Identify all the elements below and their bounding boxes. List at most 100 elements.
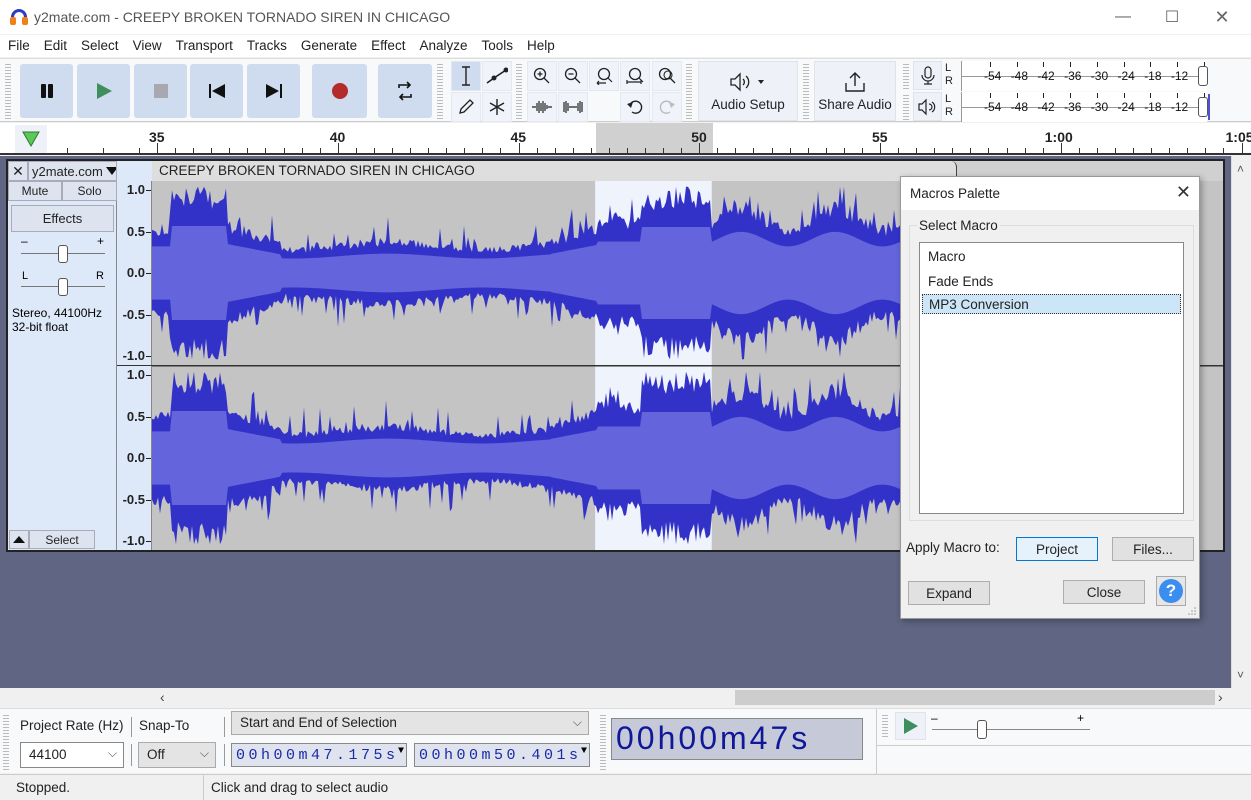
apply-to-project-button[interactable]: Project <box>1016 537 1098 561</box>
play-at-speed-button[interactable] <box>895 712 926 740</box>
draw-tool[interactable] <box>451 92 481 122</box>
macro-list[interactable]: Macro Fade Ends MP3 Conversion <box>919 242 1184 514</box>
recording-volume-slider[interactable] <box>1198 66 1208 86</box>
expand-button[interactable]: Expand <box>908 581 990 605</box>
dialog-close-icon[interactable]: ✕ <box>1176 182 1191 203</box>
menu-transport[interactable]: Transport <box>168 35 239 57</box>
help-button[interactable]: ? <box>1156 576 1186 606</box>
meter-tick-label: -54 <box>984 69 1002 83</box>
select-track-button[interactable]: Select <box>29 530 95 549</box>
toolbar-grip[interactable] <box>3 713 9 770</box>
selection-end-time[interactable]: 00h00m50.401s ▼ <box>414 743 590 767</box>
dialog-title-bar[interactable]: Macros Palette ✕ <box>901 177 1199 210</box>
skip-to-end-button[interactable] <box>247 64 300 118</box>
silence-audio-button[interactable] <box>558 92 588 122</box>
toolbar-grip[interactable] <box>903 62 909 89</box>
multi-tool[interactable] <box>482 92 512 122</box>
menu-effect[interactable]: Effect <box>363 35 411 57</box>
ruler-tick <box>500 148 502 153</box>
time-format-dropdown-icon[interactable]: ▼ <box>398 746 404 757</box>
zoom-out-button[interactable] <box>558 61 588 91</box>
scroll-down-icon[interactable]: ˅ <box>1237 668 1244 682</box>
undo-button[interactable] <box>620 92 650 122</box>
record-meter-button[interactable] <box>913 61 942 90</box>
share-audio-button[interactable]: Share Audio <box>814 61 896 121</box>
amplitude-ruler[interactable]: 1.0 0.5 0.0 -0.5 -1.0 1.0 0.5 0.0 -0.5 -1.0 <box>117 181 152 550</box>
menu-help[interactable]: Help <box>519 35 561 57</box>
gain-minus-label: – <box>21 234 28 248</box>
scroll-right-icon[interactable]: › <box>1218 689 1223 705</box>
close-window-button[interactable]: ✕ <box>1199 0 1245 34</box>
trim-audio-button[interactable] <box>527 92 557 122</box>
toolbar-grip[interactable] <box>437 62 443 120</box>
toolbar-grip[interactable] <box>803 62 809 120</box>
audio-setup-button[interactable]: Audio Setup <box>698 61 798 121</box>
project-rate-select[interactable]: 44100 ⌵ <box>20 742 124 768</box>
timeline-ruler[interactable]: 35 40 45 50 55 1:00 1:05 <box>0 123 1251 155</box>
snap-to-select[interactable]: Off ⌵ <box>138 742 216 768</box>
maximize-button[interactable]: ☐ <box>1149 0 1195 34</box>
zoom-in-icon <box>533 67 550 84</box>
gain-slider[interactable] <box>58 245 68 263</box>
envelope-tool[interactable] <box>482 61 512 91</box>
menu-edit[interactable]: Edit <box>36 35 73 57</box>
audio-position-display[interactable]: 00h00m47s <box>611 718 863 760</box>
menu-tracks[interactable]: Tracks <box>239 35 293 57</box>
fit-project-button[interactable] <box>620 61 650 91</box>
horizontal-scroll-thumb[interactable] <box>735 690 1215 705</box>
close-dialog-button[interactable]: Close <box>1063 580 1145 604</box>
menu-view[interactable]: View <box>125 35 168 57</box>
macro-list-item-selected[interactable]: MP3 Conversion <box>922 294 1181 314</box>
collapse-track-button[interactable] <box>9 530 29 549</box>
skip-to-start-button[interactable] <box>190 64 243 118</box>
play-head-button[interactable] <box>15 125 47 153</box>
track-close-button[interactable]: ✕ <box>8 161 28 181</box>
recording-meter[interactable]: LR -54-48-42-36-30-24-18-12-6 <box>945 61 1208 91</box>
playback-meter-button[interactable] <box>913 92 942 121</box>
pan-slider[interactable] <box>58 278 68 296</box>
pause-button[interactable] <box>20 64 73 118</box>
menu-file[interactable]: File <box>0 35 36 57</box>
horizontal-scrollbar[interactable]: ‹ › <box>0 688 1251 708</box>
scroll-left-icon[interactable]: ‹ <box>160 689 165 705</box>
loop-button[interactable] <box>378 64 432 118</box>
track-name-menu[interactable]: y2mate.com <box>28 161 117 181</box>
clip-title-bar[interactable]: CREEPY BROKEN TORNADO SIREN IN CHICAGO <box>152 161 957 181</box>
mute-button[interactable]: Mute <box>8 181 62 201</box>
play-speed-slider[interactable] <box>977 720 987 739</box>
effects-button[interactable]: Effects <box>11 205 114 232</box>
toolbar-grip[interactable] <box>600 713 606 770</box>
minimize-button[interactable]: — <box>1100 0 1146 34</box>
meter-tick <box>1096 62 1098 67</box>
record-button[interactable] <box>312 64 367 118</box>
menu-tools[interactable]: Tools <box>473 35 519 57</box>
meter-tick-label: -12 <box>1170 69 1189 83</box>
solo-button[interactable]: Solo <box>62 181 117 201</box>
macro-list-item[interactable]: Macro <box>922 247 1181 267</box>
selection-start-time[interactable]: 00h00m47.175s ▼ <box>231 743 407 767</box>
zoom-toggle-button[interactable] <box>652 61 682 91</box>
scroll-up-icon[interactable]: ˄ <box>1237 162 1244 176</box>
menu-generate[interactable]: Generate <box>293 35 363 57</box>
resize-grip-icon[interactable] <box>1188 607 1196 615</box>
selection-mode-select[interactable]: Start and End of Selection ⌵ <box>231 711 589 735</box>
toolbar-grip[interactable] <box>5 62 11 120</box>
redo-button[interactable] <box>652 92 682 122</box>
selection-tool[interactable] <box>451 61 481 91</box>
playback-meter[interactable]: LR -54-48-42-36-30-24-18-12-6 <box>945 92 1210 122</box>
toolbar-grip[interactable] <box>903 93 909 120</box>
stop-button[interactable] <box>134 64 187 118</box>
zoom-in-button[interactable] <box>527 61 557 91</box>
menu-analyze[interactable]: Analyze <box>411 35 473 57</box>
time-format-dropdown-icon[interactable]: ▼ <box>581 746 587 757</box>
play-button[interactable] <box>77 64 130 118</box>
vertical-scrollbar[interactable]: ˄ ˅ <box>1231 156 1251 688</box>
toolbar-grip[interactable] <box>516 62 522 120</box>
macro-list-item[interactable]: Fade Ends <box>922 272 1181 292</box>
menu-select[interactable]: Select <box>73 35 125 57</box>
apply-to-files-button[interactable]: Files... <box>1112 537 1194 561</box>
fit-selection-button[interactable] <box>589 61 619 91</box>
toolbar-grip[interactable] <box>686 62 692 120</box>
toolbar-grip[interactable] <box>882 713 888 737</box>
playback-volume-slider[interactable] <box>1198 97 1208 117</box>
